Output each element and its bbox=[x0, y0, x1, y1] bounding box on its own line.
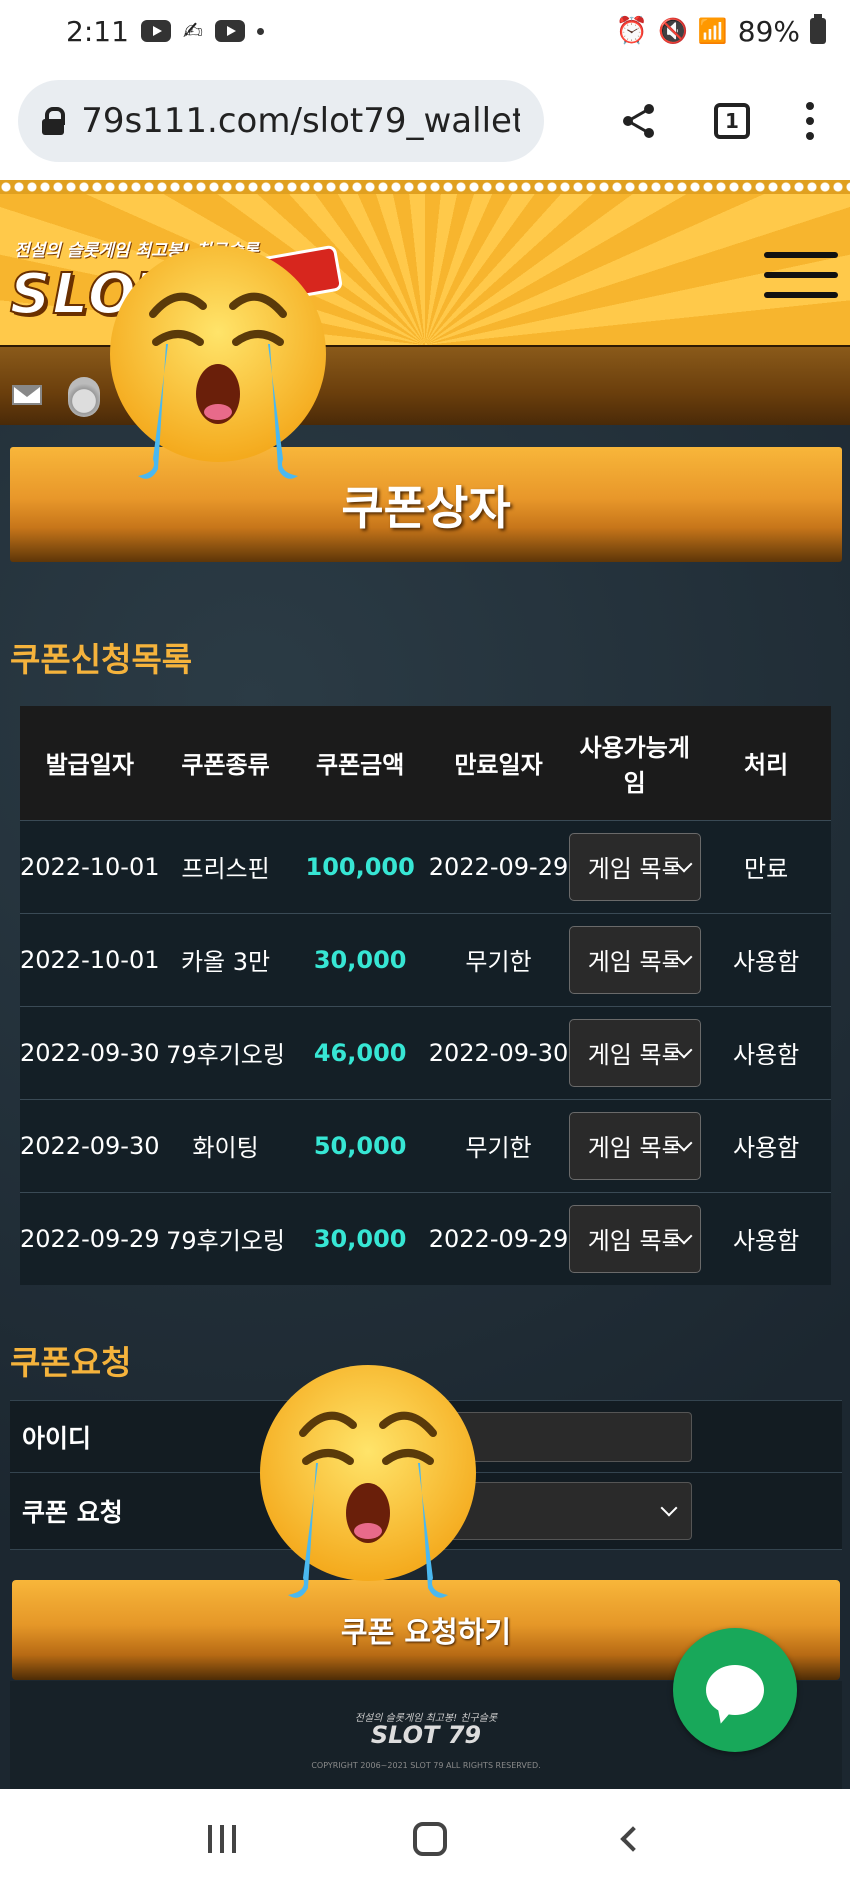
coupon-table: 발급일자 쿠폰종류 쿠폰금액 만료일자 사용가능게임 처리 2022-10-01… bbox=[20, 706, 831, 1285]
table-header-row: 발급일자 쿠폰종류 쿠폰금액 만료일자 사용가능게임 처리 bbox=[20, 706, 831, 820]
address-bar[interactable]: 79s111.com/slot79_wallet/ bbox=[18, 80, 544, 162]
system-nav-bar bbox=[0, 1789, 850, 1889]
column-header: 쿠폰종류 bbox=[159, 706, 292, 820]
back-icon[interactable] bbox=[619, 1826, 646, 1852]
page-title: 쿠폰상자 bbox=[341, 480, 511, 535]
coupon-amount-cell: 50,000 bbox=[291, 1098, 429, 1192]
youtube-icon bbox=[140, 20, 171, 42]
coupon-type-cell: 카올 3만 bbox=[159, 912, 292, 1006]
game-list-select[interactable]: 게임 목록 bbox=[568, 1018, 701, 1087]
recents-icon[interactable] bbox=[208, 1825, 237, 1853]
share-icon[interactable] bbox=[620, 102, 658, 140]
coupon-list-title: 쿠폰신청목록 bbox=[10, 640, 193, 679]
expiry-date-cell: 무기한 bbox=[428, 1098, 569, 1192]
game-cell: 게임 목록 bbox=[568, 912, 702, 1006]
chevron-down-icon bbox=[660, 1499, 678, 1517]
game-list-select[interactable]: 게임 목록 bbox=[568, 1204, 701, 1273]
coupon-amount-cell: 30,000 bbox=[291, 1191, 429, 1285]
crying-face-emoji bbox=[260, 1365, 476, 1598]
column-header: 발급일자 bbox=[20, 706, 160, 820]
more-icon[interactable] bbox=[806, 102, 814, 140]
game-list-select-value: 게임 목록 bbox=[587, 855, 678, 883]
game-list-select[interactable]: 게임 목록 bbox=[568, 1111, 701, 1180]
status-cell: 사용함 bbox=[701, 1005, 831, 1099]
expiry-date-cell: 2022-09-30 bbox=[428, 1005, 569, 1099]
status-cell: 사용함 bbox=[701, 1098, 831, 1192]
expiry-date-cell: 2022-09-29 bbox=[428, 1191, 569, 1285]
url-text: 79s111.com/slot79_wallet/ bbox=[81, 101, 520, 141]
coupon-amount-cell: 100,000 bbox=[291, 819, 429, 913]
game-cell: 게임 목록 bbox=[568, 819, 702, 913]
mute-icon: 🔇 bbox=[657, 17, 688, 45]
expiry-date-cell: 2022-09-29 bbox=[428, 819, 569, 913]
alarm-icon: ⏰ bbox=[615, 16, 648, 46]
table-row: 2022-10-01 카올 3만 30,000 무기한 게임 목록 사용함 bbox=[20, 912, 831, 1006]
browser-toolbar: 79s111.com/slot79_wallet/ 1 bbox=[0, 62, 850, 180]
game-cell: 게임 목록 bbox=[568, 1098, 702, 1192]
expiry-date-cell: 무기한 bbox=[428, 912, 569, 1006]
column-header: 처리 bbox=[701, 706, 831, 820]
game-list-select-value: 게임 목록 bbox=[587, 948, 678, 976]
menu-icon[interactable] bbox=[764, 252, 838, 298]
chevron-down-icon bbox=[675, 855, 693, 872]
clock: 2:11 bbox=[66, 14, 129, 48]
battery-icon bbox=[810, 14, 826, 44]
issue-date-cell: 2022-10-01 bbox=[20, 912, 160, 1006]
game-list-select-value: 게임 목록 bbox=[587, 1134, 678, 1162]
chevron-down-icon bbox=[675, 1041, 693, 1058]
chevron-down-icon bbox=[675, 948, 693, 965]
battery-percent: 89% bbox=[737, 14, 800, 48]
table-row: 2022-09-30 79후기오링 46,000 2022-09-30 게임 목… bbox=[20, 1005, 831, 1099]
issue-date-cell: 2022-09-30 bbox=[20, 1098, 160, 1192]
chat-button[interactable] bbox=[673, 1628, 797, 1752]
column-header: 사용가능게임 bbox=[568, 706, 702, 820]
coupon-amount-cell: 30,000 bbox=[291, 912, 429, 1006]
youtube-icon bbox=[215, 20, 245, 42]
column-header: 쿠폰금액 bbox=[291, 706, 429, 820]
column-header: 만료일자 bbox=[428, 706, 569, 820]
status-cell: 사용함 bbox=[701, 912, 831, 1006]
coupon-type-cell: 79후기오링 bbox=[159, 1005, 292, 1099]
tabs-button[interactable]: 1 bbox=[714, 103, 750, 139]
crying-face-emoji bbox=[110, 246, 326, 479]
footer-copyright: COPYRIGHT 2006~2021 SLOT 79 ALL RIGHTS R… bbox=[311, 1761, 541, 1770]
game-list-select[interactable]: 게임 목록 bbox=[568, 832, 701, 901]
more-notifications-icon bbox=[257, 27, 264, 35]
issue-date-cell: 2022-09-30 bbox=[20, 1005, 160, 1099]
home-icon[interactable] bbox=[412, 1822, 447, 1856]
table-row: 2022-09-29 79후기오링 30,000 2022-09-29 게임 목… bbox=[20, 1191, 831, 1285]
lock-icon bbox=[42, 107, 66, 135]
coupon-amount-cell: 46,000 bbox=[291, 1005, 429, 1099]
chevron-down-icon bbox=[675, 1134, 693, 1151]
coupon-type-cell: 79후기오링 bbox=[159, 1191, 292, 1285]
issue-date-cell: 2022-10-01 bbox=[20, 819, 160, 913]
medal-icon[interactable] bbox=[68, 377, 100, 417]
header-trim bbox=[0, 180, 850, 194]
game-cell: 게임 목록 bbox=[568, 1191, 702, 1285]
game-cell: 게임 목록 bbox=[568, 1005, 702, 1099]
table-row: 2022-10-01 프리스핀 100,000 2022-09-29 게임 목록… bbox=[20, 819, 831, 913]
mail-icon[interactable] bbox=[12, 385, 42, 405]
chat-icon bbox=[706, 1665, 764, 1715]
status-cell: 사용함 bbox=[701, 1191, 831, 1285]
app-notification-icon: ✍ bbox=[182, 17, 203, 45]
table-row: 2022-09-30 화이팅 50,000 무기한 게임 목록 사용함 bbox=[20, 1098, 831, 1192]
status-bar: 2:11 ✍ ⏰ 🔇 📶 89% bbox=[0, 0, 850, 62]
wifi-icon: 📶 bbox=[697, 17, 728, 45]
coupon-type-cell: 프리스핀 bbox=[159, 819, 292, 913]
game-list-select-value: 게임 목록 bbox=[587, 1227, 678, 1256]
game-list-select-value: 게임 목록 bbox=[587, 1041, 678, 1069]
game-list-select[interactable]: 게임 목록 bbox=[568, 925, 701, 994]
coupon-request-title: 쿠폰요청 bbox=[10, 1343, 132, 1382]
status-cell: 만료 bbox=[701, 819, 831, 913]
chevron-down-icon bbox=[675, 1227, 693, 1245]
coupon-type-cell: 화이팅 bbox=[159, 1098, 292, 1192]
issue-date-cell: 2022-09-29 bbox=[20, 1191, 160, 1285]
